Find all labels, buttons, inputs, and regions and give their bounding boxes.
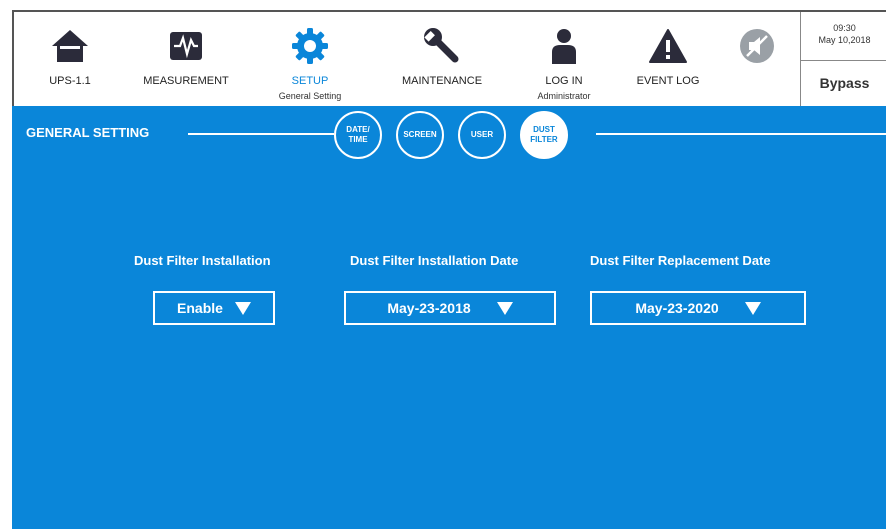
nav-login[interactable]: LOG IN Administrator — [514, 12, 614, 108]
installation-select[interactable]: Enable — [153, 291, 275, 325]
tab-user-label: USER — [470, 130, 494, 139]
tab-date-time-line1: DATE/ — [346, 125, 370, 134]
section-title: GENERAL SETTING — [26, 125, 150, 140]
nav-event-log[interactable]: EVENT LOG — [620, 12, 716, 108]
gear-icon — [292, 28, 328, 64]
install-date-value: May-23-2018 — [387, 300, 471, 316]
nav-setup-label: SETUP — [291, 75, 329, 87]
replace-date-label: Dust Filter Replacement Date — [590, 253, 771, 268]
install-date-select[interactable]: May-23-2018 — [344, 291, 556, 325]
nav-setup-sublabel: General Setting — [278, 91, 342, 101]
nav-setup[interactable]: SETUP General Setting — [260, 12, 360, 108]
nav-login-label: LOG IN — [545, 75, 583, 87]
date-text: May 10,2018 — [818, 35, 871, 45]
home-icon — [52, 30, 88, 62]
dropdown-arrow-icon — [496, 301, 513, 315]
tab-date-time[interactable]: DATE/TIME — [334, 111, 382, 159]
dropdown-arrow-icon — [234, 301, 251, 315]
title-rule-left — [188, 133, 334, 135]
replace-date-select[interactable]: May-23-2020 — [590, 291, 806, 325]
waveform-icon — [170, 32, 202, 60]
install-date-label: Dust Filter Installation Date — [350, 253, 519, 268]
top-navigation-bar: UPS-1.1 MEASUREMENT SETUP General Settin… — [12, 10, 886, 108]
operation-mode: Bypass — [819, 75, 870, 91]
status-divider — [801, 60, 886, 61]
ups-screen: UPS-1.1 MEASUREMENT SETUP General Settin… — [12, 10, 886, 529]
clock-time: 09:30 May 10,2018 — [801, 22, 886, 46]
warning-icon — [649, 29, 687, 63]
installation-value: Enable — [177, 300, 223, 316]
general-setting-panel: GENERAL SETTING DATE/TIME SCREEN USER DU… — [12, 106, 886, 529]
nav-ups[interactable]: UPS-1.1 — [34, 12, 106, 108]
speaker-muted-icon — [740, 29, 774, 63]
mute-button[interactable] — [730, 12, 784, 108]
nav-login-sublabel: Administrator — [537, 91, 591, 101]
status-panel: 09:30 May 10,2018 Bypass — [800, 12, 886, 108]
tab-dust-filter[interactable]: DUST FILTER — [520, 111, 568, 159]
tab-dust-filter-line2: FILTER — [530, 135, 558, 144]
user-icon — [552, 29, 576, 64]
tab-screen-label: SCREEN — [403, 130, 437, 139]
installation-label: Dust Filter Installation — [134, 253, 271, 268]
nav-measurement[interactable]: MEASUREMENT — [126, 12, 246, 108]
nav-maintenance[interactable]: MAINTENANCE — [386, 12, 498, 108]
replace-date-value: May-23-2020 — [635, 300, 719, 316]
time-text: 09:30 — [833, 23, 856, 33]
nav-measurement-label: MEASUREMENT — [143, 75, 229, 87]
dropdown-arrow-icon — [744, 301, 761, 315]
nav-maintenance-label: MAINTENANCE — [401, 75, 483, 87]
tab-dust-filter-line1: DUST — [533, 125, 555, 134]
tab-date-time-line2: TIME — [348, 135, 368, 144]
tab-screen[interactable]: SCREEN — [396, 111, 444, 159]
nav-event-log-label: EVENT LOG — [636, 75, 700, 87]
wrench-icon — [424, 28, 459, 63]
tab-user[interactable]: USER — [458, 111, 506, 159]
nav-ups-label: UPS-1.1 — [49, 75, 91, 87]
title-rule-right — [596, 133, 886, 135]
